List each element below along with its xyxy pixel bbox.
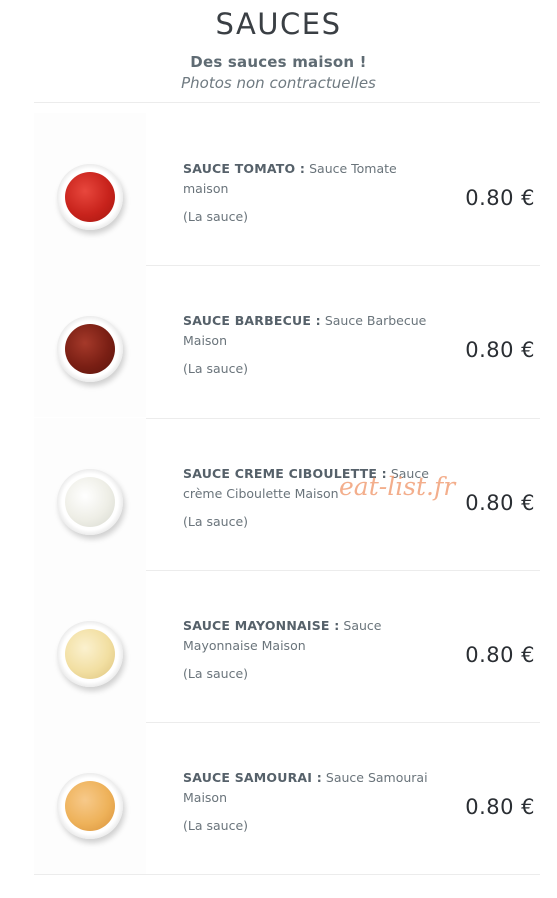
menu-item-creme-ciboulette[interactable]: SAUCE CREME CIBOULETTE : Sauce crème Cib… [34, 418, 540, 570]
bowl [57, 164, 123, 230]
item-unit: (La sauce) [183, 818, 249, 833]
item-name: SAUCE BARBECUE : [183, 313, 321, 328]
menu-item-barbecue[interactable]: SAUCE BARBECUE : Sauce Barbecue Maison (… [34, 265, 540, 417]
item-photo [34, 265, 146, 417]
item-unit: (La sauce) [183, 666, 249, 681]
menu-item-tomato[interactable]: SAUCE TOMATO : Sauce Tomate maison (La s… [34, 113, 540, 265]
bowl [57, 621, 123, 687]
item-photo [34, 113, 146, 265]
item-price: 0.80 € [465, 491, 535, 515]
tomato-sauce-bowl-icon [65, 172, 115, 222]
item-name: SAUCE TOMATO : [183, 161, 306, 176]
divider [34, 874, 540, 875]
chive-cream-sauce-bowl-icon [65, 477, 115, 527]
item-photo [34, 418, 146, 570]
item-unit: (La sauce) [183, 209, 249, 224]
item-price: 0.80 € [465, 795, 535, 819]
item-price: 0.80 € [465, 338, 535, 362]
barbecue-sauce-bowl-icon [65, 324, 115, 374]
item-info: SAUCE SAMOURAI : Sauce Samourai Maison (… [183, 768, 443, 836]
menu-item-mayonnaise[interactable]: SAUCE MAYONNAISE : Sauce Mayonnaise Mais… [34, 570, 540, 722]
item-photo [34, 722, 146, 874]
photo-disclaimer: Photos non contractuelles [181, 74, 376, 92]
page-title: SAUCES [215, 7, 342, 41]
page-subtitle: Des sauces maison ! [190, 53, 367, 71]
item-name: SAUCE SAMOURAI : [183, 770, 322, 785]
item-info: SAUCE BARBECUE : Sauce Barbecue Maison (… [183, 311, 443, 379]
item-unit: (La sauce) [183, 514, 249, 529]
mayonnaise-sauce-bowl-icon [65, 629, 115, 679]
divider [34, 102, 540, 103]
item-info: SAUCE TOMATO : Sauce Tomate maison (La s… [183, 159, 443, 227]
item-info: SAUCE MAYONNAISE : Sauce Mayonnaise Mais… [183, 616, 443, 684]
bowl [57, 469, 123, 535]
watermark: eat-list.fr [339, 472, 456, 501]
item-price: 0.80 € [465, 643, 535, 667]
item-unit: (La sauce) [183, 361, 249, 376]
menu-item-samourai[interactable]: SAUCE SAMOURAI : Sauce Samourai Maison (… [34, 722, 540, 874]
item-photo [34, 570, 146, 722]
item-price: 0.80 € [465, 186, 535, 210]
page-header: SAUCES Des sauces maison ! Photos non co… [0, 0, 557, 92]
item-name: SAUCE MAYONNAISE : [183, 618, 340, 633]
bowl [57, 773, 123, 839]
samourai-sauce-bowl-icon [65, 781, 115, 831]
bowl [57, 316, 123, 382]
